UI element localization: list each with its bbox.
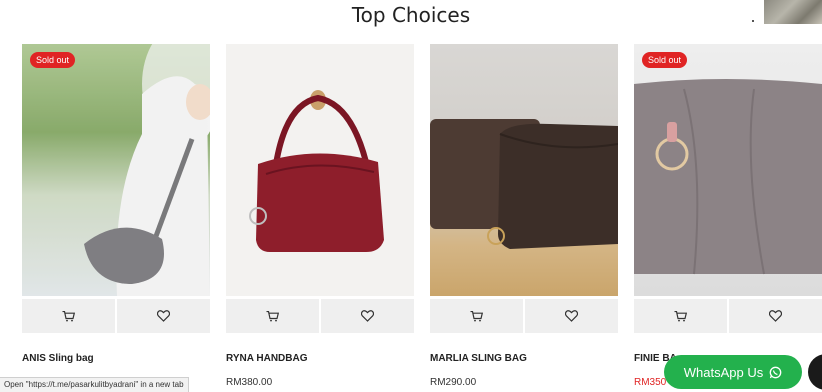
sold-out-badge: Sold out (30, 52, 76, 68)
product-image[interactable]: Sold out (634, 44, 822, 296)
add-to-cart-button[interactable] (226, 299, 319, 333)
cart-icon (62, 310, 75, 321)
product-price: RM380.00 (226, 377, 273, 388)
model-with-sling-bag-illustration (22, 44, 210, 296)
add-to-cart-button[interactable] (634, 299, 727, 333)
product-price: RM290.00 (430, 377, 477, 388)
brown-sling-bags-illustration (430, 119, 618, 249)
product-image[interactable]: Sold out (22, 44, 210, 296)
product-name[interactable]: RYNA HANDBAG (226, 353, 414, 364)
decor-dot (752, 20, 754, 22)
product-card[interactable]: MARLIA SLING BAG RM290.00 (430, 44, 618, 388)
grey-tote-bag-illustration (634, 79, 822, 275)
product-image[interactable] (226, 44, 414, 296)
whatsapp-button[interactable]: WhatsApp Us (664, 355, 802, 389)
heart-icon (565, 310, 578, 322)
whatsapp-icon (769, 366, 782, 378)
cart-icon (470, 310, 483, 321)
heart-icon (769, 310, 782, 322)
product-name[interactable]: ANIS Sling bag (22, 353, 210, 364)
corner-thumbnail (764, 0, 822, 24)
wishlist-button[interactable] (117, 299, 210, 333)
add-to-cart-button[interactable] (430, 299, 523, 333)
heart-icon (361, 310, 374, 322)
browser-status-bar: Open "https://t.me/pasarkulitbyadrani" i… (0, 377, 189, 392)
add-to-cart-button[interactable] (22, 299, 115, 333)
sold-out-badge: Sold out (642, 52, 688, 68)
red-handbag-illustration (249, 90, 384, 252)
cart-icon (266, 310, 279, 321)
whatsapp-label: WhatsApp Us (683, 364, 764, 380)
product-card[interactable]: Sold out ANIS Sling bag (22, 44, 210, 377)
heart-icon (157, 310, 170, 322)
wishlist-button[interactable] (525, 299, 618, 333)
product-card[interactable]: Sold out FINIE BA RM350 (634, 44, 822, 388)
product-image[interactable] (430, 44, 618, 296)
wishlist-button[interactable] (729, 299, 822, 333)
wishlist-button[interactable] (321, 299, 414, 333)
product-name[interactable]: MARLIA SLING BAG (430, 353, 618, 364)
section-title: Top Choices (351, 3, 471, 27)
cart-icon (674, 310, 687, 321)
product-card[interactable]: RYNA HANDBAG RM380.00 (226, 44, 414, 388)
